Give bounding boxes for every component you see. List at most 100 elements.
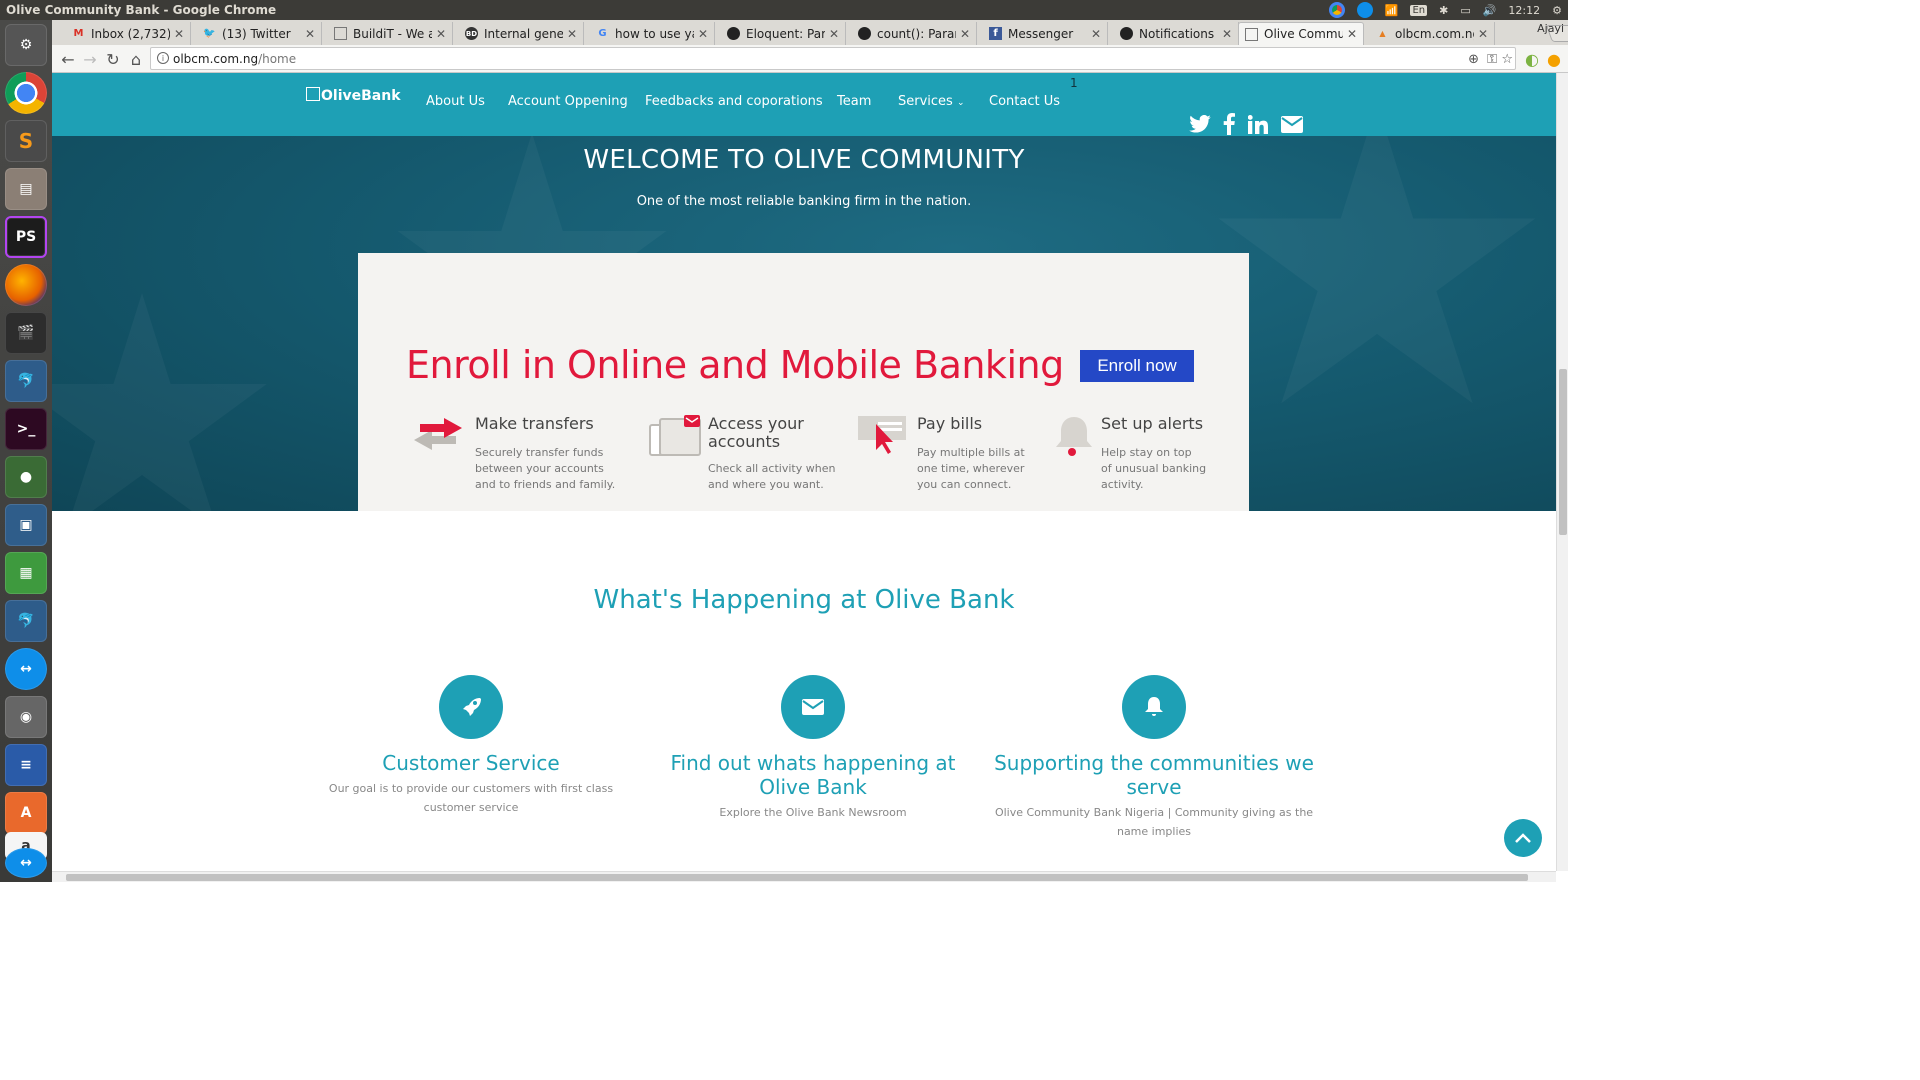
tab-label: Inbox (2,732) - — [91, 26, 170, 41]
logo-text: OliveBank — [321, 88, 401, 104]
menu-update-icon[interactable]: ● — [1544, 49, 1564, 69]
page-icon — [1245, 27, 1258, 41]
nav-team[interactable]: Team — [837, 94, 871, 109]
vertical-scrollbar[interactable] — [1556, 73, 1568, 871]
gmail-icon: M — [73, 28, 84, 39]
tab-eloquent[interactable]: Eloquent: Para ✕ — [721, 22, 846, 45]
chrome-tray-icon[interactable] — [1328, 2, 1345, 18]
wifi-icon[interactable]: 📶 — [1385, 4, 1399, 17]
profile-button[interactable]: Ajayi — [1537, 22, 1564, 35]
speaker-icon[interactable]: ◉ — [5, 696, 47, 738]
tab-label: Eloquent: Para — [746, 26, 825, 41]
video-editor-icon[interactable]: 🎬 — [5, 312, 47, 354]
spreadsheet-icon[interactable]: ▦ — [5, 552, 47, 594]
tab-buildit[interactable]: BuildiT - We ar ✕ — [328, 22, 453, 45]
close-tab-icon[interactable]: ✕ — [960, 27, 970, 41]
envelope-icon[interactable] — [1281, 116, 1303, 133]
column-title[interactable]: Supporting the communities we serve — [984, 751, 1324, 799]
bell-icon — [1122, 675, 1186, 739]
close-tab-icon[interactable]: ✕ — [174, 27, 184, 41]
facebook-icon[interactable] — [1223, 113, 1235, 135]
horizontal-scrollbar[interactable] — [52, 871, 1556, 882]
close-tab-icon[interactable]: ✕ — [1347, 27, 1357, 41]
home-icon[interactable]: ⌂ — [126, 49, 146, 69]
close-tab-icon[interactable]: ✕ — [1478, 27, 1488, 41]
address-bar[interactable]: i olbcm.com.ng/home ⊕ ⚿ ☆ — [150, 47, 1516, 70]
close-tab-icon[interactable]: ✕ — [829, 27, 839, 41]
nav-services[interactable]: Services ⌄ — [898, 94, 965, 109]
column-title[interactable]: Customer Service — [301, 751, 641, 775]
vertical-scrollbar-thumb[interactable] — [1559, 369, 1567, 535]
envelope-icon — [781, 675, 845, 739]
tab-twitter[interactable]: 🐦 (13) Twitter ✕ — [197, 22, 322, 45]
column-title[interactable]: Find out whats happening at Olive Bank — [643, 751, 983, 799]
close-tab-icon[interactable]: ✕ — [436, 27, 446, 41]
site-info-icon[interactable]: i — [157, 52, 169, 64]
tab-internal[interactable]: BD Internal gener ✕ — [459, 22, 584, 45]
nav-account-opening[interactable]: Account Oppening — [508, 94, 628, 109]
keyboard-layout-indicator[interactable]: En — [1410, 4, 1428, 16]
tab-google-search[interactable]: Ghow to use ya ✕ — [590, 22, 715, 45]
close-tab-icon[interactable]: ✕ — [1222, 27, 1232, 41]
tab-olbcm[interactable]: ▲ olbcm.com.ng ✕ — [1370, 22, 1495, 45]
writer-icon[interactable]: ≡ — [5, 744, 47, 786]
files-icon[interactable]: ▤ — [5, 168, 47, 210]
bookmark-star-icon[interactable]: ☆ — [1501, 52, 1513, 67]
teamviewer-icon[interactable]: ↔ — [5, 648, 47, 690]
twitter-icon[interactable] — [1189, 115, 1211, 133]
bluetooth-icon[interactable]: ✱ — [1439, 4, 1448, 17]
page-viewport: OliveBank About Us Account Oppening Feed… — [52, 73, 1556, 871]
tab-messenger[interactable]: f Messenger ✕ — [983, 22, 1108, 45]
hero-subtitle: One of the most reliable banking firm in… — [636, 194, 972, 209]
teamviewer-2-icon[interactable]: ↔ — [5, 848, 47, 878]
tab-gmail[interactable]: M Inbox (2,732) - ✕ — [66, 22, 191, 45]
clock[interactable]: 12:12 — [1508, 4, 1540, 17]
tab-label: Messenger — [1008, 26, 1074, 41]
tab-olive-community[interactable]: Olive Commun ✕ — [1238, 22, 1364, 45]
back-arrow-icon[interactable]: ← — [58, 49, 78, 69]
battery-icon[interactable]: ▭ — [1460, 4, 1470, 17]
feature-title-line: Access your — [708, 414, 804, 433]
sublime-text-icon[interactable]: S — [5, 120, 47, 162]
mysql-workbench-icon[interactable]: 🐬 — [5, 360, 47, 402]
system-settings-icon[interactable]: ⚙ — [5, 24, 47, 66]
close-tab-icon[interactable]: ✕ — [698, 27, 708, 41]
site-logo[interactable]: OliveBank — [306, 87, 401, 104]
virtualbox-icon[interactable]: ▣ — [5, 504, 47, 546]
nav-contact-us[interactable]: Contact Us — [989, 94, 1060, 109]
robo3t-icon[interactable]: ● — [5, 456, 47, 498]
chevron-down-icon: ⌄ — [956, 98, 965, 108]
close-tab-icon[interactable]: ✕ — [1091, 27, 1101, 41]
horizontal-scrollbar-thumb[interactable] — [66, 874, 1528, 881]
unity-launcher: ⚙ S ▤ PS 🎬 🐬 >_ ● ▣ ▦ 🐬 ↔ ◉ ≡ A a ↔ — [0, 20, 52, 882]
key-icon[interactable]: ⚿ — [1487, 52, 1497, 67]
nav-feedbacks[interactable]: Feedbacks and coporations — [645, 94, 823, 109]
power-gear-icon[interactable]: ⚙ — [1552, 4, 1562, 17]
feature-title: Set up alerts — [1101, 414, 1204, 433]
scroll-to-top-button[interactable] — [1504, 819, 1542, 857]
software-center-icon[interactable]: A — [5, 792, 47, 834]
extension-icon[interactable]: ◐ — [1522, 49, 1542, 69]
rocket-icon — [439, 675, 503, 739]
tab-notifications[interactable]: Notifications ✕ — [1114, 22, 1239, 45]
mysql-workbench-2-icon[interactable]: 🐬 — [5, 600, 47, 642]
volume-icon[interactable]: 🔊 — [1483, 4, 1497, 17]
enroll-promo-banner: Enroll in Online and Mobile Banking Enro… — [358, 253, 1249, 511]
hero-section: OliveBank About Us Account Oppening Feed… — [52, 73, 1556, 530]
phpstorm-icon[interactable]: PS — [5, 216, 47, 258]
zoom-icon[interactable]: ⊕ — [1468, 52, 1479, 67]
nav-about-us[interactable]: About Us — [426, 94, 485, 109]
close-tab-icon[interactable]: ✕ — [305, 27, 315, 41]
feature-desc-line: one time, wherever — [917, 462, 1025, 475]
bill-pay-icon — [858, 416, 906, 454]
forward-arrow-icon[interactable]: → — [80, 49, 100, 69]
enroll-now-button[interactable]: Enroll now — [1080, 350, 1194, 382]
firefox-icon[interactable] — [5, 264, 47, 306]
reload-icon[interactable]: ↻ — [103, 49, 123, 69]
close-tab-icon[interactable]: ✕ — [567, 27, 577, 41]
chrome-launcher-icon[interactable] — [5, 72, 47, 114]
tab-count[interactable]: count(): Param ✕ — [852, 22, 977, 45]
teamviewer-tray-icon[interactable] — [1356, 2, 1373, 18]
terminal-icon[interactable]: >_ — [5, 408, 47, 450]
linkedin-icon[interactable] — [1248, 115, 1268, 134]
